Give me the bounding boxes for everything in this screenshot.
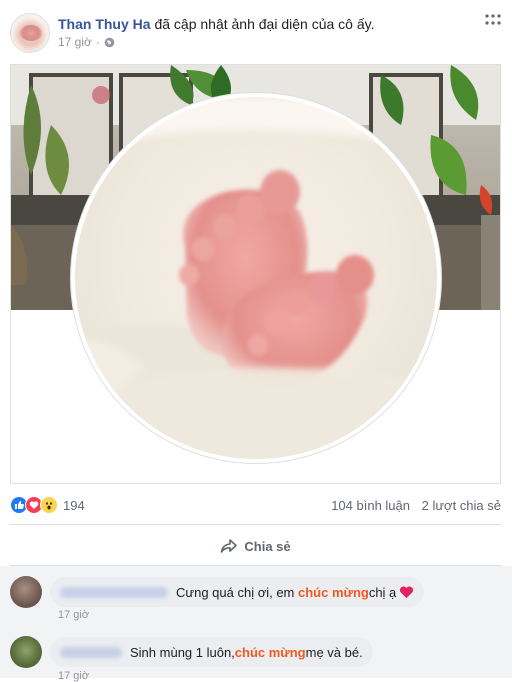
- post-timestamp[interactable]: 17 giờ: [58, 35, 92, 49]
- author-avatar[interactable]: [10, 13, 50, 53]
- comment-timestamp[interactable]: 17 giờ: [58, 670, 89, 682]
- commenter-name-blurred[interactable]: [60, 646, 122, 658]
- share-count-link[interactable]: 2 lượt chia sẻ: [422, 498, 501, 513]
- globe-icon[interactable]: [104, 37, 115, 48]
- comment-timestamp[interactable]: 17 giờ: [58, 609, 89, 621]
- comment-text-tail: chị ạ: [368, 584, 397, 600]
- wow-reaction-icon: [40, 496, 58, 514]
- comments-section: Cưng quá chị ơi, em chúc mừng chị ạ 17 g…: [0, 566, 512, 682]
- comment-text: Cưng quá chị ơi, em: [176, 584, 295, 600]
- comment-highlight: chúc mừng: [234, 644, 306, 660]
- reaction-count: 194: [63, 497, 85, 513]
- share-label: Chia sẻ: [244, 538, 291, 554]
- share-button[interactable]: Chia sẻ: [10, 529, 501, 563]
- post-header: Than Thuy Ha đã cập nhật ảnh đại diện củ…: [58, 15, 374, 33]
- author-name[interactable]: Than Thuy Ha: [58, 16, 151, 32]
- post-card: Than Thuy Ha đã cập nhật ảnh đại diện củ…: [0, 0, 512, 682]
- reactions-summary[interactable]: 194: [10, 496, 85, 514]
- profile-picture[interactable]: [75, 97, 437, 459]
- share-icon: [221, 539, 238, 553]
- post-action-text: đã cập nhật ảnh đại diện của cô ấy.: [154, 16, 375, 32]
- commenter-avatar[interactable]: [10, 636, 42, 668]
- comment-count-link[interactable]: 104 bình luận: [331, 498, 410, 513]
- more-options-icon[interactable]: [484, 14, 502, 26]
- heart-emoji-icon: [400, 586, 414, 599]
- profile-picture-post-media[interactable]: [10, 64, 501, 484]
- comment-text-tail: mẹ và bé.: [305, 644, 363, 660]
- commenter-avatar[interactable]: [10, 576, 42, 608]
- comment-bubble: Sinh mùng 1 luôn, chúc mừng mẹ và bé.: [50, 637, 373, 667]
- comment-highlight: chúc mừng: [298, 584, 369, 600]
- post-meta: 17 giờ ·: [58, 35, 115, 49]
- commenter-name-blurred[interactable]: [60, 586, 168, 598]
- comment-text: Sinh mùng 1 luôn,: [130, 644, 235, 660]
- engagement-counts: 104 bình luận 2 lượt chia sẻ: [323, 498, 501, 513]
- divider: [10, 524, 501, 525]
- comment-bubble: Cưng quá chị ơi, em chúc mừng chị ạ: [50, 577, 425, 607]
